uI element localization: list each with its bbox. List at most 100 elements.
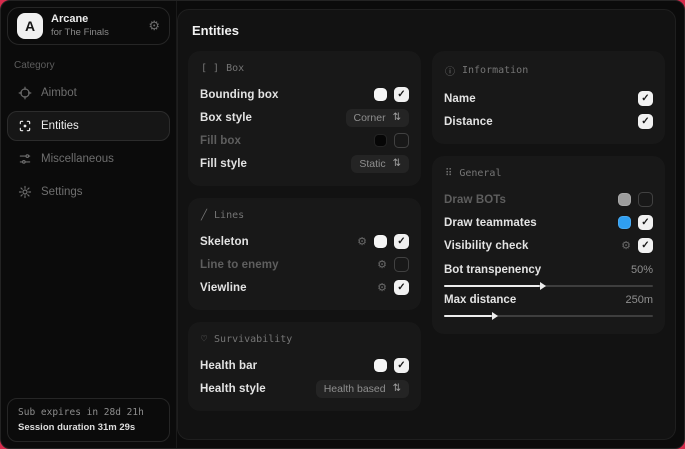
setting-row-viewline: Viewline ⚙ ✓ (200, 276, 409, 299)
card-title: Survivability (214, 334, 292, 345)
slider-max-distance: Max distance 250m (444, 294, 653, 317)
box-style-select[interactable]: Corner ⇅ (346, 109, 410, 127)
health-style-select[interactable]: Health based ⇅ (316, 380, 409, 398)
left-column: [ ] Box Bounding box ✓ Box style Corne (188, 51, 421, 411)
sidebar-item-miscellaneous[interactable]: Miscellaneous (7, 144, 170, 174)
card-title: Lines (214, 210, 244, 221)
grid-dots-icon: ⠿ (445, 168, 452, 179)
box-brackets-icon: [ ] (201, 63, 219, 74)
setting-row-name: Name ✓ (444, 87, 653, 110)
sidebar-item-label: Aimbot (41, 87, 77, 99)
checkbox[interactable]: ✓ (394, 234, 409, 249)
sidebar-item-aimbot[interactable]: Aimbot (7, 78, 170, 108)
setting-row-skeleton: Skeleton ⚙ ✓ (200, 230, 409, 253)
right-column: ⓘ Information Name ✓ Distance ✓ (432, 51, 665, 334)
check-icon: ✓ (397, 90, 405, 100)
page-title: Entities (192, 23, 661, 38)
checkbox[interactable]: ✓ (638, 192, 653, 207)
card-lines: ╱ Lines Skeleton ⚙ ✓ Line to enemy (188, 198, 421, 310)
color-swatch[interactable] (618, 216, 631, 229)
category-label: Category (14, 60, 163, 71)
checkbox[interactable]: ✓ (394, 133, 409, 148)
checkbox[interactable]: ✓ (394, 257, 409, 272)
slider-fill[interactable] (444, 315, 492, 317)
row-gear-icon[interactable]: ⚙ (377, 258, 387, 271)
slider-track[interactable] (444, 285, 653, 287)
card-title: Information (462, 65, 528, 76)
card-information: ⓘ Information Name ✓ Distance ✓ (432, 51, 665, 144)
scan-icon (18, 119, 32, 133)
checkbox[interactable]: ✓ (638, 91, 653, 106)
app-logo: A (17, 13, 43, 39)
color-swatch[interactable] (374, 134, 387, 147)
slider-bot-transparency: Bot transpenency 50% (444, 264, 653, 287)
color-swatch[interactable] (618, 193, 631, 206)
checkbox[interactable]: ✓ (394, 87, 409, 102)
card-title: General (459, 168, 501, 179)
gear-icon (18, 185, 32, 199)
sidebar-item-label: Entities (41, 120, 79, 132)
sliders-icon (18, 152, 32, 166)
setting-row-fill-style: Fill style Static ⇅ (200, 152, 409, 175)
checkbox[interactable]: ✓ (638, 215, 653, 230)
color-swatch[interactable] (374, 235, 387, 248)
profile-gear-icon[interactable]: ⚙ (148, 18, 160, 34)
card-general: ⠿ General Draw BOTs ✓ Draw teammates (432, 156, 665, 334)
setting-row-box-style: Box style Corner ⇅ (200, 106, 409, 129)
row-gear-icon[interactable]: ⚙ (357, 235, 367, 248)
card-box: [ ] Box Bounding box ✓ Box style Corne (188, 51, 421, 186)
checkbox[interactable]: ✓ (394, 280, 409, 295)
slider-fill[interactable] (444, 285, 540, 287)
app-window: A Arcane for The Finals ⚙ Category Aimbo… (0, 0, 685, 449)
diagonal-line-icon: ╱ (201, 210, 207, 221)
check-icon: ✓ (397, 361, 405, 371)
info-icon: ⓘ (445, 63, 455, 78)
color-swatch[interactable] (374, 88, 387, 101)
check-icon: ✓ (641, 218, 649, 228)
checkbox[interactable]: ✓ (638, 238, 653, 253)
app-subtitle: for The Finals (51, 27, 109, 39)
sub-expiry-text: Sub expires in 28d 21h (18, 407, 159, 418)
sidebar-item-entities[interactable]: Entities (7, 111, 170, 141)
sidebar-nav: Aimbot Entities Miscellaneous Settings (7, 78, 170, 207)
sidebar-item-label: Settings (41, 186, 83, 198)
profile-card: A Arcane for The Finals ⚙ (7, 7, 170, 45)
session-duration-text: Session duration 31m 29s (18, 422, 159, 433)
color-swatch[interactable] (374, 359, 387, 372)
check-icon: ✓ (641, 94, 649, 104)
main-panel: Entities [ ] Box Bounding box ✓ (177, 9, 676, 440)
setting-row-visibility-check: Visibility check ⚙ ✓ (444, 234, 653, 257)
setting-row-health-style: Health style Health based ⇅ (200, 377, 409, 400)
check-icon: ✓ (641, 117, 649, 127)
card-survivability: ♡ Survivability Health bar ✓ Health styl… (188, 322, 421, 411)
setting-row-distance: Distance ✓ (444, 110, 653, 133)
slider-value: 50% (631, 264, 653, 276)
checkbox[interactable]: ✓ (638, 114, 653, 129)
check-icon: ✓ (641, 241, 649, 251)
setting-row-draw-bots: Draw BOTs ✓ (444, 188, 653, 211)
row-gear-icon[interactable]: ⚙ (621, 239, 631, 252)
row-gear-icon[interactable]: ⚙ (377, 281, 387, 294)
slider-track[interactable] (444, 315, 653, 317)
setting-row-line-to-enemy: Line to enemy ⚙ ✓ (200, 253, 409, 276)
setting-row-fill-box: Fill box ✓ (200, 129, 409, 152)
chevron-up-down-icon: ⇅ (393, 383, 401, 394)
crosshair-icon (18, 86, 32, 100)
checkbox[interactable]: ✓ (394, 358, 409, 373)
chevron-up-down-icon: ⇅ (393, 158, 401, 169)
check-icon: ✓ (397, 283, 405, 293)
sidebar-item-label: Miscellaneous (41, 153, 114, 165)
sidebar-item-settings[interactable]: Settings (7, 177, 170, 207)
setting-row-health-bar: Health bar ✓ (200, 354, 409, 377)
sidebar: A Arcane for The Finals ⚙ Category Aimbo… (1, 1, 177, 448)
slider-value: 250m (625, 294, 653, 306)
card-title: Box (226, 63, 244, 74)
heart-icon: ♡ (201, 334, 207, 345)
setting-row-draw-teammates: Draw teammates ✓ (444, 211, 653, 234)
fill-style-select[interactable]: Static ⇅ (351, 155, 409, 173)
subscription-status-card: Sub expires in 28d 21h Session duration … (7, 398, 170, 442)
check-icon: ✓ (397, 237, 405, 247)
chevron-up-down-icon: ⇅ (393, 112, 401, 123)
app-name: Arcane (51, 13, 109, 27)
setting-row-bounding-box: Bounding box ✓ (200, 83, 409, 106)
